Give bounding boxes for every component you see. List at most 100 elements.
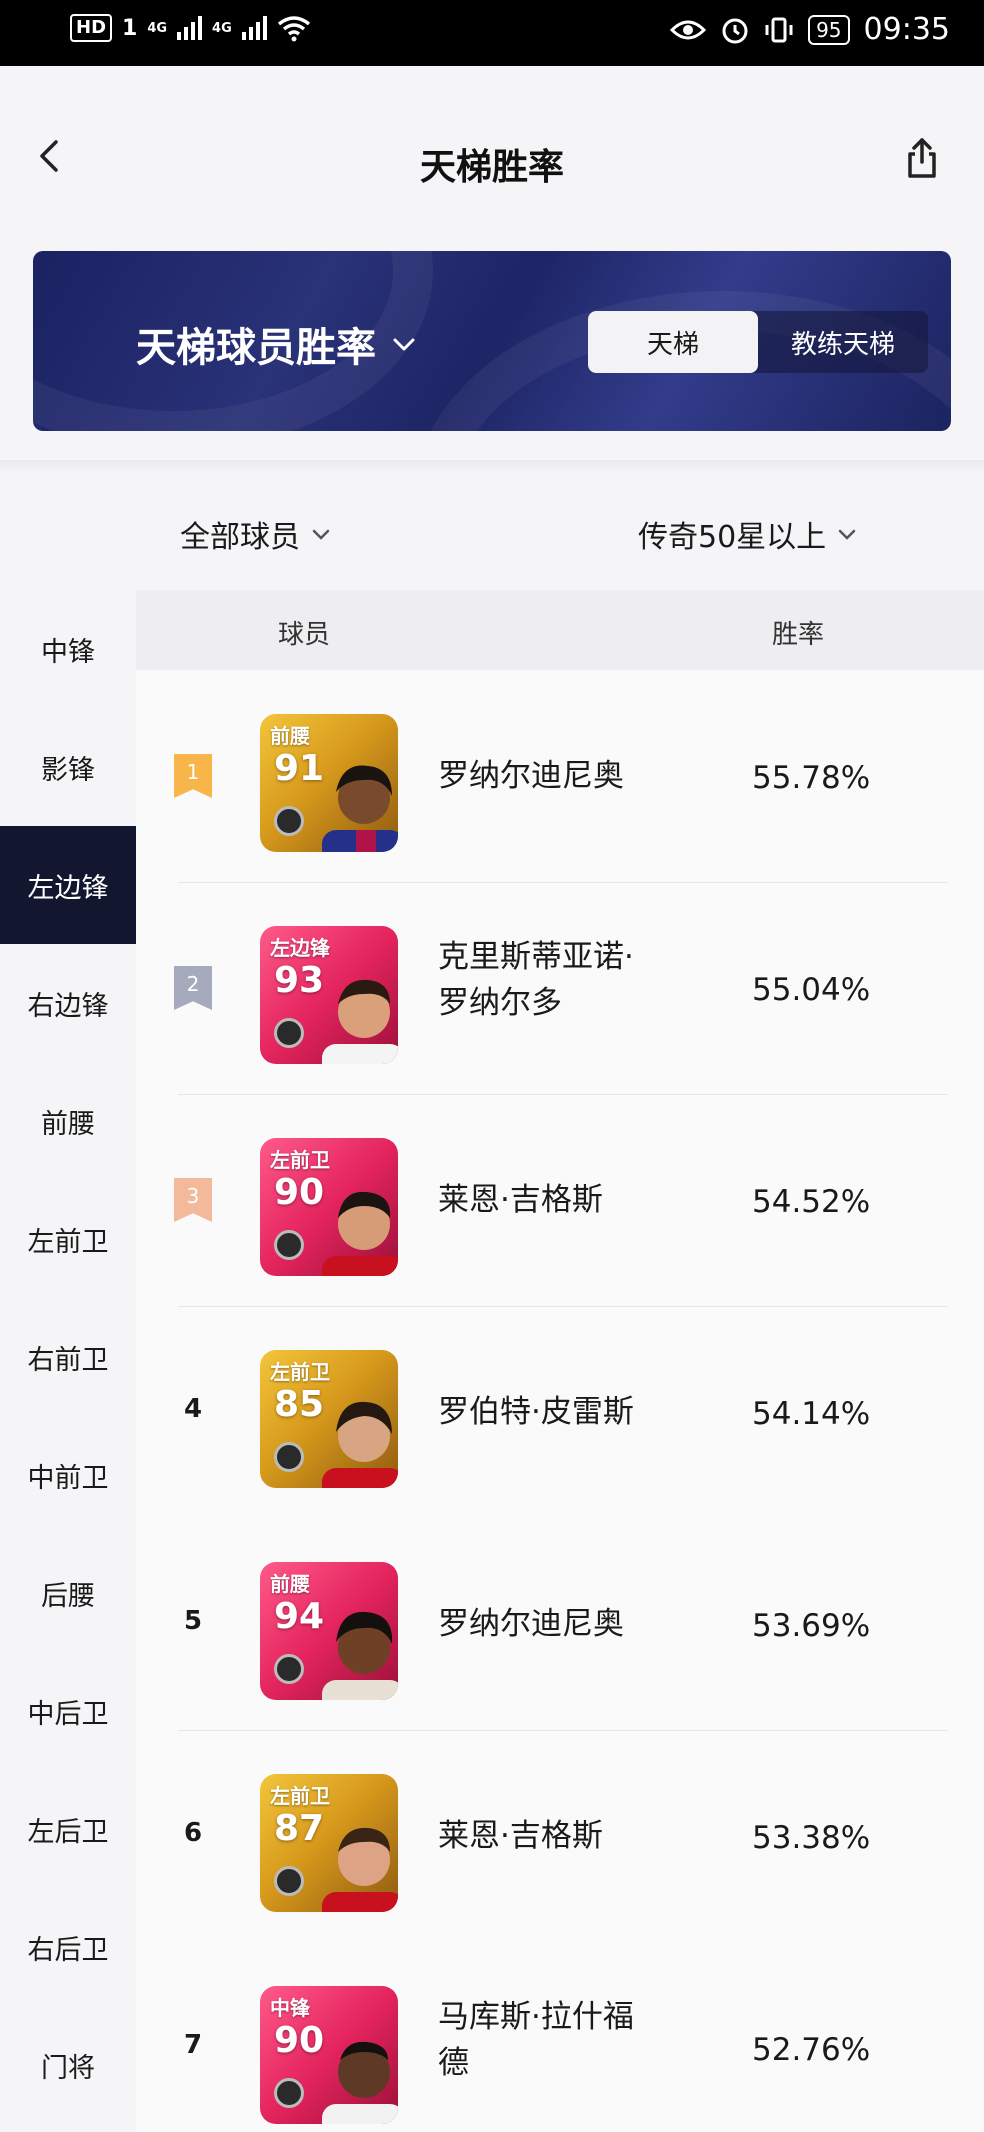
clock: 09:35 (863, 12, 950, 47)
player-filter-dropdown[interactable]: 全部球员 (180, 512, 332, 556)
banner-title: 天梯球员胜率 (136, 325, 376, 371)
win-rate: 52.76% (752, 2032, 871, 2068)
rank-badge-gold: 1 (174, 754, 212, 798)
win-rate: 54.14% (752, 1396, 871, 1432)
table-row[interactable]: 6 左前卫 87 莱恩·吉格斯 53.38% (136, 1730, 984, 1942)
signal-icon-2 (241, 16, 267, 40)
battery-level: 95 (808, 14, 850, 45)
card-badge-icon (274, 1866, 304, 1896)
win-rate: 53.38% (752, 1820, 871, 1856)
card-position: 左前卫 (270, 1784, 330, 1808)
player-card[interactable]: 左前卫 87 (260, 1774, 398, 1912)
alarm-icon (722, 18, 748, 43)
player-name: 马库斯·拉什福 德 (438, 1994, 634, 2086)
table-row[interactable]: 5 前腰 94 罗纳尔迪尼奥 53.69% (136, 1518, 984, 1730)
table-row[interactable]: 4 左前卫 85 罗伯特·皮雷斯 54.14% (136, 1306, 984, 1518)
signal-icon-1 (177, 16, 203, 40)
rank-number: 7 (183, 2030, 203, 2060)
eye-icon (670, 20, 707, 39)
filter-bar: 全部球员 传奇50星以上 (0, 474, 984, 590)
sidebar-item-rmf[interactable]: 右前卫 (0, 1298, 136, 1416)
sidebar-item-dmf[interactable]: 后腰 (0, 1534, 136, 1652)
table-row[interactable]: 1 前腰 91 罗纳尔迪尼奥 55.78% (136, 670, 984, 882)
win-rate-table: 球员 胜率 1 前腰 91 罗纳尔迪尼奥 55.78% 2 左边锋 93 克里斯… (136, 590, 984, 2132)
win-rate: 53.69% (752, 1608, 871, 1644)
table-row[interactable]: 3 左前卫 90 莱恩·吉格斯 54.52% (136, 1094, 984, 1306)
player-portrait (322, 1191, 398, 1276)
card-position: 前腰 (270, 724, 310, 748)
level-filter-dropdown[interactable]: 传奇50星以上 (638, 512, 858, 556)
player-card[interactable]: 前腰 94 (260, 1562, 398, 1700)
win-rate: 54.52% (752, 1184, 871, 1220)
card-badge-icon (274, 806, 304, 836)
sidebar-item-gk[interactable]: 门将 (0, 2006, 136, 2124)
player-name-line: 罗伯特·皮雷斯 (438, 1394, 634, 1430)
sidebar-item-lb[interactable]: 左后卫 (0, 1770, 136, 1888)
player-card[interactable]: 中锋 90 (260, 1986, 398, 2124)
sidebar-item-lmf[interactable]: 左前卫 (0, 1180, 136, 1298)
nav-bar: 天梯胜率 (0, 66, 984, 254)
player-portrait (322, 1401, 398, 1488)
player-name-line: 克里斯蒂亚诺· (438, 939, 634, 975)
player-name: 罗纳尔迪尼奥 (438, 1601, 624, 1647)
player-name: 罗伯特·皮雷斯 (438, 1389, 634, 1435)
player-name: 莱恩·吉格斯 (438, 1813, 603, 1859)
table-header: 球员 胜率 (136, 590, 984, 670)
status-bar: HD 1 4G 4G 95 09:35 (0, 0, 984, 66)
player-portrait (322, 765, 398, 852)
row-divider (178, 1730, 948, 1731)
banner-title-dropdown[interactable]: 天梯球员胜率 (136, 315, 418, 373)
row-divider (178, 1094, 948, 1095)
table-row[interactable]: 2 左边锋 93 克里斯蒂亚诺· 罗纳尔多 55.04% (136, 882, 984, 1094)
player-name: 克里斯蒂亚诺· 罗纳尔多 (438, 934, 634, 1026)
chevron-down-icon (393, 338, 415, 351)
player-name-line: 罗纳尔迪尼奥 (438, 1606, 624, 1642)
player-name-line: 莱恩·吉格斯 (438, 1182, 603, 1218)
player-filter-label: 全部球员 (180, 520, 300, 555)
sidebar-item-cf[interactable]: 中锋 (0, 590, 136, 708)
sidebar-item-cmf[interactable]: 中前卫 (0, 1416, 136, 1534)
player-name-line: 莱恩·吉格斯 (438, 1818, 603, 1854)
sidebar-item-rwf[interactable]: 右边锋 (0, 944, 136, 1062)
tab-coach-ladder[interactable]: 教练天梯 (758, 311, 928, 373)
status-left: HD 1 4G 4G (70, 14, 311, 42)
card-position: 左边锋 (270, 936, 330, 960)
player-card[interactable]: 左前卫 90 (260, 1138, 398, 1276)
table-row[interactable]: 7 中锋 90 马库斯·拉什福 德 52.76% (136, 1942, 984, 2132)
player-card[interactable]: 前腰 91 (260, 714, 398, 852)
card-position: 前腰 (270, 1572, 310, 1596)
card-badge-icon (274, 1230, 304, 1260)
sidebar-item-amf[interactable]: 前腰 (0, 1062, 136, 1180)
sidebar-item-rb[interactable]: 右后卫 (0, 1888, 136, 2006)
player-name-line: 德 (438, 2045, 469, 2081)
ladder-banner: 天梯球员胜率 天梯 教练天梯 (33, 251, 951, 431)
player-portrait (322, 979, 398, 1064)
wifi-icon (277, 16, 310, 42)
win-rate: 55.78% (752, 760, 871, 796)
tab-ladder[interactable]: 天梯 (588, 311, 758, 373)
row-divider (178, 1306, 948, 1307)
chevron-down-icon (312, 529, 330, 540)
card-badge-icon (274, 1018, 304, 1048)
player-name: 罗纳尔迪尼奥 (438, 753, 624, 799)
level-filter-label: 传奇50星以上 (638, 520, 827, 555)
sidebar-item-cb[interactable]: 中后卫 (0, 1652, 136, 1770)
card-badge-icon (274, 1442, 304, 1472)
card-position: 左前卫 (270, 1148, 330, 1172)
sidebar-item-ss[interactable]: 影锋 (0, 708, 136, 826)
player-card[interactable]: 左前卫 85 (260, 1350, 398, 1488)
page-title: 天梯胜率 (419, 147, 564, 188)
card-badge-icon (274, 1654, 304, 1684)
card-badge-icon (274, 2078, 304, 2108)
share-icon[interactable] (902, 136, 942, 180)
column-header-win-rate: 胜率 (772, 620, 825, 650)
player-card[interactable]: 左边锋 93 (260, 926, 398, 1064)
hd-badge: HD (70, 14, 113, 42)
player-name-line: 罗纳尔多 (438, 985, 562, 1021)
player-name-line: 马库斯·拉什福 (438, 1999, 634, 2035)
sidebar-item-lwf[interactable]: 左边锋 (0, 826, 136, 944)
network-type-2: 4G (212, 20, 232, 36)
rank-number: 6 (183, 1818, 203, 1848)
position-sidebar: 中锋 影锋 左边锋 右边锋 前腰 左前卫 右前卫 中前卫 后腰 中后卫 左后卫 … (0, 590, 136, 2132)
rank-number: 5 (183, 1606, 203, 1636)
